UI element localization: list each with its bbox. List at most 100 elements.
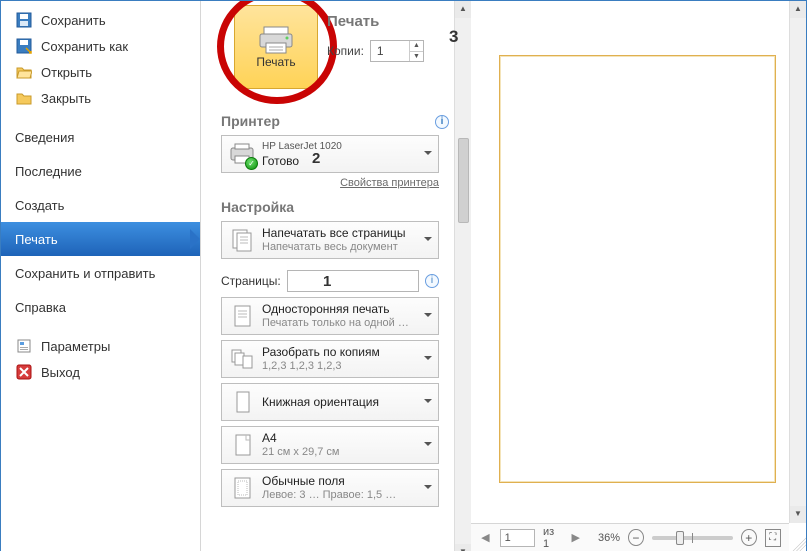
copies-spinner[interactable]: 1 ▲ ▼ <box>370 40 424 62</box>
copies-value: 1 <box>371 41 409 61</box>
sidebar-item-label: Сохранить и отправить <box>15 266 155 281</box>
scroll-up-button[interactable]: ▲ <box>790 1 806 18</box>
setting-title: Напечатать все страницы <box>262 226 406 240</box>
info-icon[interactable]: i <box>425 274 439 288</box>
settings-section-heading: Настройка <box>221 199 459 215</box>
sidebar-item-save-send[interactable]: Сохранить и отправить <box>1 256 200 290</box>
sidebar-item-open[interactable]: Открыть <box>1 59 200 85</box>
preview-page <box>499 55 776 483</box>
sidebar-item-info[interactable]: Сведения <box>1 120 200 154</box>
sidebar-item-label: Последние <box>15 164 82 179</box>
save-as-icon <box>15 37 33 55</box>
sidebar-item-close-file[interactable]: Закрыть <box>1 85 200 111</box>
info-icon[interactable]: i <box>435 115 449 129</box>
pages-all-icon <box>228 226 256 254</box>
prev-page-button[interactable]: ◀ <box>479 531 492 545</box>
zoom-slider-thumb[interactable] <box>676 531 684 545</box>
zoom-to-page-button[interactable]: ⛶ <box>765 529 781 547</box>
printer-dropdown[interactable]: ✓ HP LaserJet 1020 Готово 2 <box>221 135 439 173</box>
print-heading: Печать <box>327 13 424 30</box>
setting-sub: Левое: 3 … Правое: 1,5 … <box>262 488 396 502</box>
sidebar-item-label: Печать <box>15 232 58 247</box>
chevron-down-icon <box>424 237 432 245</box>
sidebar-item-label: Сохранить <box>41 13 106 28</box>
settings-stack: Напечатать все страницы Напечатать весь … <box>221 221 459 507</box>
sidebar-item-label: Выход <box>41 365 80 380</box>
chevron-down-icon <box>424 356 432 364</box>
zoom-slider[interactable] <box>652 536 733 540</box>
chevron-down-icon <box>424 442 432 450</box>
sidebar-item-recent[interactable]: Последние <box>1 154 200 188</box>
zoom-in-button[interactable]: + <box>741 529 757 546</box>
setting-title: A4 <box>262 431 340 445</box>
setting-orientation[interactable]: Книжная ориентация <box>221 383 439 421</box>
sidebar-item-label: Сохранить как <box>41 39 128 54</box>
current-page-input[interactable]: 1 <box>500 529 535 547</box>
paper-a4-icon <box>228 431 256 459</box>
setting-paper-size[interactable]: A4 21 см x 29,7 см <box>221 426 439 464</box>
setting-sub: 21 см x 29,7 см <box>262 445 340 459</box>
close-file-icon <box>15 89 33 107</box>
page-of-label: из 1 <box>543 526 561 550</box>
chevron-down-icon <box>424 485 432 493</box>
copies-step-down[interactable]: ▼ <box>409 52 423 62</box>
sidebar-item-options[interactable]: Параметры <box>1 333 200 359</box>
exit-icon <box>15 363 33 381</box>
copies-step-up[interactable]: ▲ <box>409 41 423 52</box>
margins-icon <box>228 474 256 502</box>
setting-sides[interactable]: Односторонняя печать Печатать только на … <box>221 297 439 335</box>
portrait-icon <box>228 388 256 416</box>
preview-status-bar: ◀ 1 из 1 ▶ 36% − + ⛶ <box>471 523 789 551</box>
collate-icon <box>228 345 256 373</box>
sidebar-item-help[interactable]: Справка <box>1 290 200 324</box>
setting-sub: 1,2,3 1,2,3 1,2,3 <box>262 359 380 373</box>
pages-input[interactable] <box>287 270 419 292</box>
setting-title: Книжная ориентация <box>262 395 379 409</box>
sidebar-item-label: Создать <box>15 198 64 213</box>
sidebar-item-save[interactable]: Сохранить <box>1 7 200 33</box>
sidebar-item-label: Закрыть <box>41 91 91 106</box>
print-action-row: Печать Печать Копии: 1 ▲ ▼ 3 <box>211 9 459 99</box>
printer-name: HP LaserJet 1020 <box>262 140 342 154</box>
setting-sub: Напечатать весь документ <box>262 240 406 254</box>
printer-status: Готово <box>262 154 342 168</box>
next-page-button[interactable]: ▶ <box>569 531 582 545</box>
printer-device-icon: ✓ <box>228 140 256 168</box>
preview-scrollbar[interactable]: ▲ ▼ <box>789 1 806 523</box>
sidebar-item-label: Открыть <box>41 65 92 80</box>
scroll-thumb[interactable] <box>458 138 469 223</box>
setting-collate[interactable]: Разобрать по копиям 1,2,3 1,2,3 1,2,3 <box>221 340 439 378</box>
setting-margins[interactable]: Обычные поля Левое: 3 … Правое: 1,5 … <box>221 469 439 507</box>
setting-title: Обычные поля <box>262 474 396 488</box>
sidebar-item-new[interactable]: Создать <box>1 188 200 222</box>
zoom-slider-tick <box>692 533 693 543</box>
sidebar-item-print[interactable]: Печать <box>1 222 200 256</box>
printer-ready-badge: ✓ <box>245 157 258 170</box>
sidebar-item-exit[interactable]: Выход <box>1 359 200 385</box>
setting-title: Односторонняя печать <box>262 302 409 316</box>
open-icon <box>15 63 33 81</box>
scroll-down-button[interactable]: ▼ <box>455 544 471 551</box>
sidebar-item-save-as[interactable]: Сохранить как <box>1 33 200 59</box>
copies-label: Копии: <box>327 44 364 58</box>
pages-label: Страницы: <box>221 274 281 288</box>
copies-row: Копии: 1 ▲ ▼ <box>327 40 424 62</box>
zoom-label: 36% <box>598 532 620 544</box>
sidebar-item-label: Параметры <box>41 339 110 354</box>
chevron-down-icon <box>424 151 432 159</box>
print-button[interactable]: Печать <box>234 5 318 89</box>
sidebar-item-label: Сведения <box>15 130 74 145</box>
printer-properties-link[interactable]: Свойства принтера <box>221 177 439 189</box>
scroll-down-button[interactable]: ▼ <box>790 506 806 523</box>
chevron-down-icon <box>424 313 432 321</box>
zoom-out-button[interactable]: − <box>628 529 644 546</box>
annotation-3: 3 <box>449 27 458 47</box>
setting-print-range[interactable]: Напечатать все страницы Напечатать весь … <box>221 221 439 259</box>
resize-grip[interactable] <box>789 534 806 551</box>
chevron-down-icon <box>424 399 432 407</box>
save-icon <box>15 11 33 29</box>
backstage-sidebar: Сохранить Сохранить как Открыть Закрыть … <box>1 1 201 551</box>
printer-section-heading: Принтер i <box>221 113 459 129</box>
options-icon <box>15 337 33 355</box>
print-preview-area: ▲ ▼ ◀ 1 из 1 ▶ 36% − + ⛶ <box>471 1 806 551</box>
